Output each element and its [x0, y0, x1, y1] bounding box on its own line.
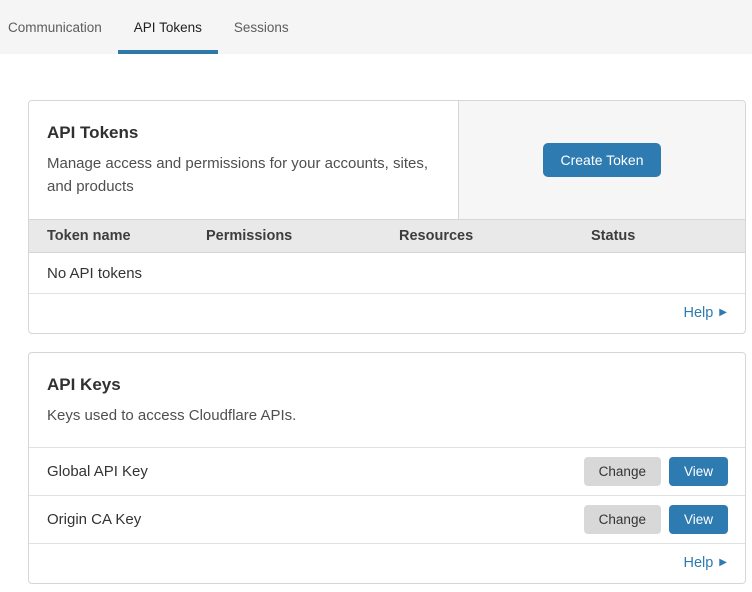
column-header-resources: Resources — [399, 228, 591, 244]
api-tokens-help-link[interactable]: Help ▶ — [683, 305, 727, 321]
tab-bar: Communication API Tokens Sessions — [0, 0, 752, 54]
help-arrow-icon: ▶ — [719, 307, 727, 318]
api-tokens-header-text: API Tokens Manage access and permissions… — [29, 101, 459, 219]
key-row-global-api-key: Global API Key Change View — [29, 447, 745, 495]
help-arrow-icon: ▶ — [719, 557, 727, 568]
api-keys-description: Keys used to access Cloudflare APIs. — [47, 404, 727, 427]
key-row-origin-ca-key: Origin CA Key Change View — [29, 495, 745, 543]
column-header-permissions: Permissions — [206, 228, 399, 244]
tab-communication[interactable]: Communication — [8, 0, 118, 54]
key-actions: Change View — [584, 505, 728, 534]
change-origin-ca-key-button[interactable]: Change — [584, 505, 661, 534]
api-keys-title: API Keys — [47, 375, 727, 395]
api-keys-card: API Keys Keys used to access Cloudflare … — [28, 352, 746, 584]
tab-sessions[interactable]: Sessions — [218, 0, 305, 54]
api-tokens-card-header: API Tokens Manage access and permissions… — [29, 101, 745, 219]
page-content: API Tokens Manage access and permissions… — [0, 54, 752, 584]
create-token-button[interactable]: Create Token — [543, 143, 660, 177]
column-header-token-name: Token name — [47, 228, 206, 244]
api-keys-card-footer: Help ▶ — [29, 543, 745, 583]
help-link-label: Help — [683, 305, 713, 321]
key-name: Origin CA Key — [47, 511, 584, 528]
view-global-api-key-button[interactable]: View — [669, 457, 728, 486]
api-tokens-title: API Tokens — [47, 123, 440, 143]
token-table-empty-message: No API tokens — [29, 253, 745, 294]
api-tokens-description: Manage access and permissions for your a… — [47, 152, 440, 199]
key-name: Global API Key — [47, 463, 584, 480]
tab-api-tokens[interactable]: API Tokens — [118, 0, 218, 54]
view-origin-ca-key-button[interactable]: View — [669, 505, 728, 534]
help-link-label: Help — [683, 555, 713, 571]
api-keys-card-header: API Keys Keys used to access Cloudflare … — [29, 353, 745, 447]
api-tokens-card-footer: Help ▶ — [29, 294, 745, 333]
column-header-status: Status — [591, 228, 745, 244]
api-tokens-header-action-area: Create Token — [459, 101, 745, 219]
token-table-header: Token name Permissions Resources Status — [29, 219, 745, 253]
api-tokens-card: API Tokens Manage access and permissions… — [28, 100, 746, 334]
key-actions: Change View — [584, 457, 728, 486]
api-keys-help-link[interactable]: Help ▶ — [683, 555, 727, 571]
change-global-api-key-button[interactable]: Change — [584, 457, 661, 486]
